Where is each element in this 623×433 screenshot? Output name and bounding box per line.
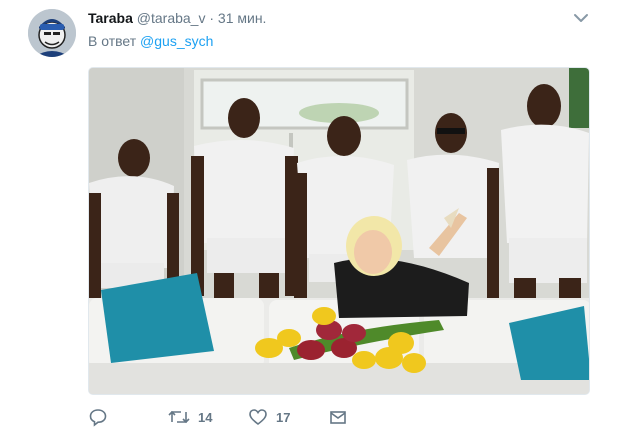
envelope-icon: [330, 411, 346, 424]
reply-icon: [89, 409, 107, 427]
avatar[interactable]: [28, 9, 76, 57]
chevron-down-icon[interactable]: [572, 11, 590, 25]
reply-prefix: В ответ: [88, 33, 137, 49]
tweet-actions: 14 17: [88, 406, 388, 428]
display-name[interactable]: Taraba: [88, 10, 133, 26]
reply-context: В ответ @gus_sych: [88, 32, 213, 50]
tweet: Taraba @taraba_v · 31 мин. В ответ @gus_…: [0, 0, 623, 433]
direct-message-button[interactable]: [328, 406, 348, 428]
separator-dot: ·: [209, 10, 215, 26]
like-count: 17: [276, 409, 291, 425]
tweet-photo[interactable]: [88, 67, 590, 395]
timestamp[interactable]: 31 мин.: [218, 10, 267, 26]
reply-mention-link[interactable]: @gus_sych: [140, 33, 213, 49]
retweet-count: 14: [198, 409, 213, 425]
tweet-header: Taraba @taraba_v · 31 мин.: [88, 9, 266, 27]
retweet-icon: [168, 410, 190, 424]
like-button[interactable]: 17: [248, 406, 290, 428]
retweet-button[interactable]: 14: [168, 406, 212, 428]
heart-icon: [249, 409, 267, 426]
reply-button[interactable]: [88, 406, 108, 428]
screen-name[interactable]: @taraba_v: [137, 10, 206, 26]
